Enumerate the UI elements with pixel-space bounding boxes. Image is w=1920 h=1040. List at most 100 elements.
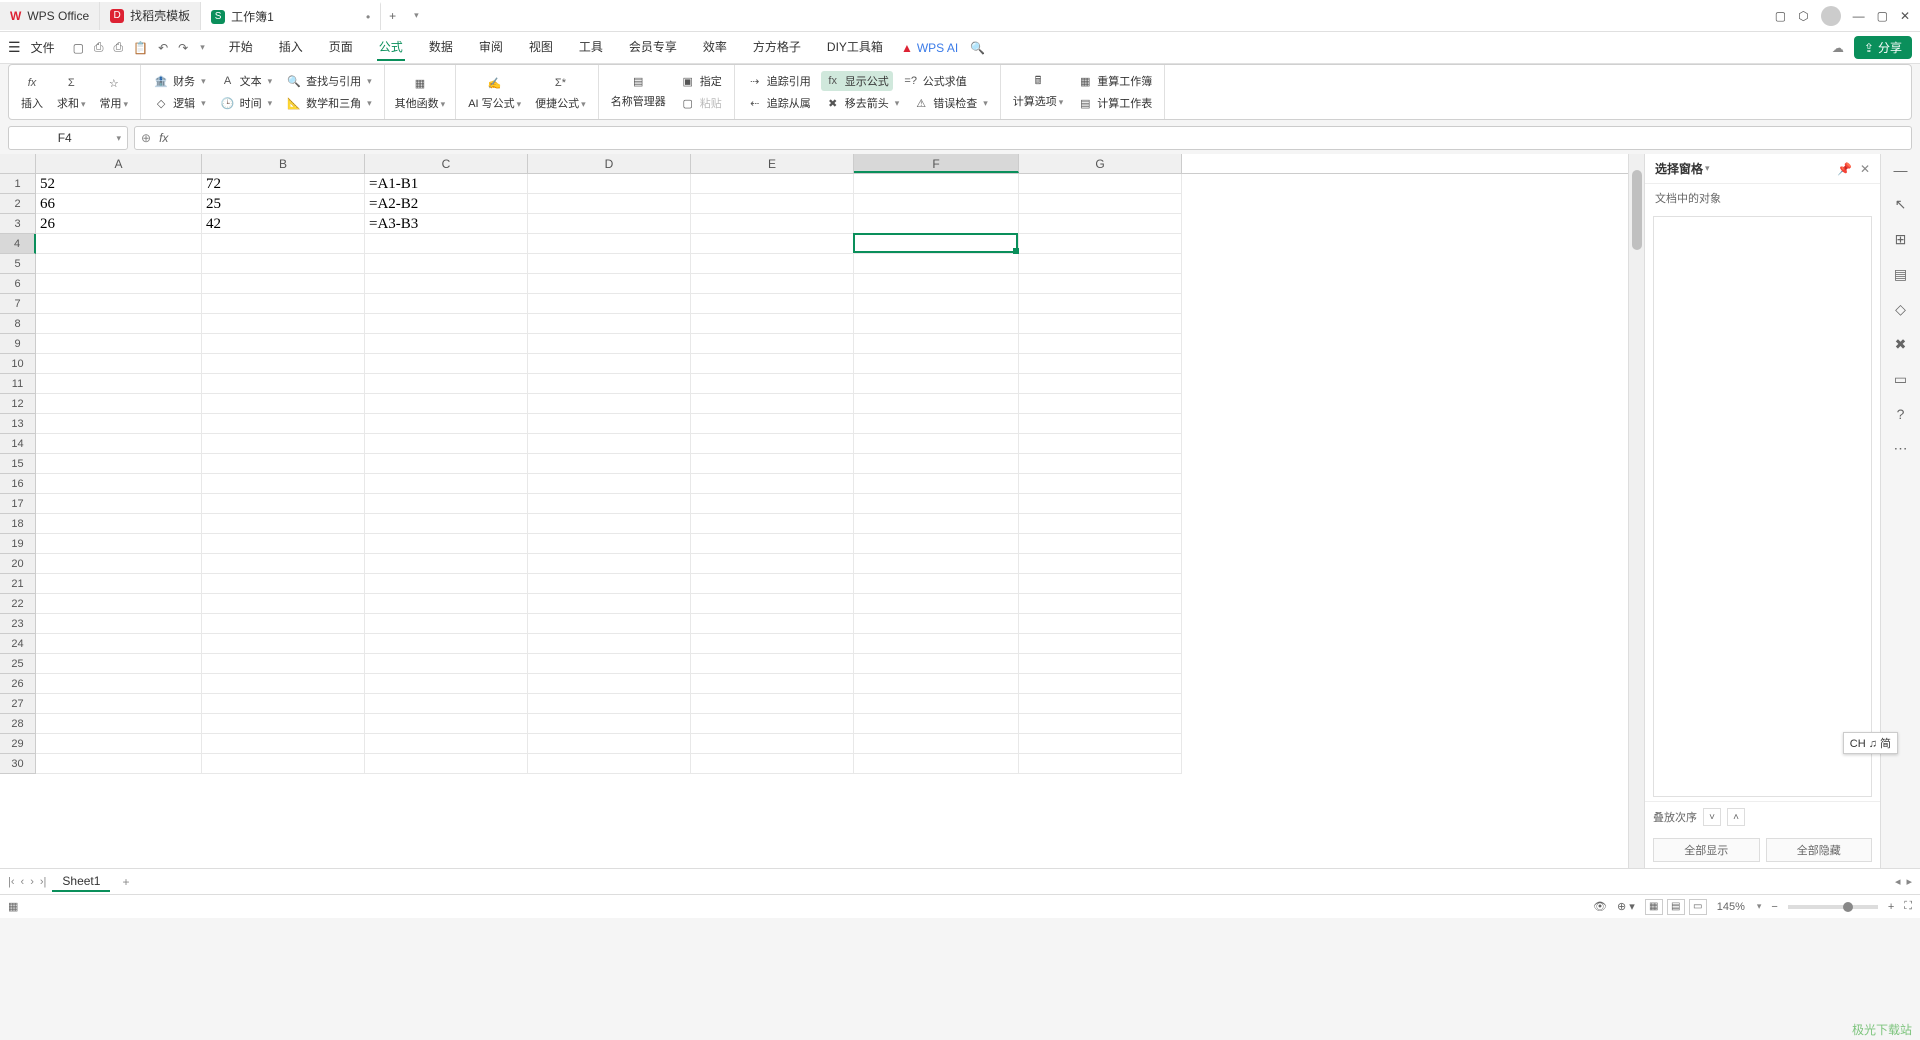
- cell[interactable]: [202, 574, 365, 594]
- cell[interactable]: [854, 514, 1019, 534]
- column-header-F[interactable]: F: [854, 154, 1019, 173]
- cell[interactable]: [365, 294, 528, 314]
- cell[interactable]: [691, 174, 854, 194]
- zoom-out-button[interactable]: −: [1771, 901, 1777, 913]
- row-header-9[interactable]: 9: [0, 334, 36, 354]
- cell[interactable]: [202, 274, 365, 294]
- file-menu[interactable]: 文件: [31, 39, 55, 56]
- cell[interactable]: [202, 374, 365, 394]
- qat-dropdown[interactable]: ▾: [200, 42, 205, 53]
- common-button[interactable]: ☆常用▾: [96, 73, 133, 111]
- cell[interactable]: [365, 534, 528, 554]
- view-normal-button[interactable]: ▦: [1645, 899, 1663, 915]
- cell[interactable]: [691, 294, 854, 314]
- cell[interactable]: 25: [202, 194, 365, 214]
- fx-icon[interactable]: fx: [159, 131, 168, 145]
- cell[interactable]: [528, 314, 691, 334]
- cell[interactable]: [1019, 474, 1182, 494]
- cell[interactable]: [1019, 294, 1182, 314]
- time-button[interactable]: 🕒时间▾: [216, 93, 277, 113]
- collapse-rail-icon[interactable]: —: [1894, 162, 1908, 178]
- calc-worksheet-button[interactable]: ▤计算工作表: [1073, 93, 1156, 113]
- row-header-21[interactable]: 21: [0, 574, 36, 594]
- cell[interactable]: [1019, 414, 1182, 434]
- cell[interactable]: [202, 494, 365, 514]
- cell[interactable]: [365, 254, 528, 274]
- cell[interactable]: =A1-B1: [365, 174, 528, 194]
- cell[interactable]: [854, 614, 1019, 634]
- row-header-27[interactable]: 27: [0, 694, 36, 714]
- cell[interactable]: [365, 574, 528, 594]
- cell[interactable]: [691, 534, 854, 554]
- cell[interactable]: [1019, 554, 1182, 574]
- tab-ffgz[interactable]: 方方格子: [751, 34, 803, 61]
- cell[interactable]: [691, 754, 854, 774]
- cell[interactable]: [365, 334, 528, 354]
- cell[interactable]: [1019, 334, 1182, 354]
- close-pane-icon[interactable]: ✕: [1860, 162, 1870, 176]
- select-all-corner[interactable]: [0, 154, 36, 173]
- cells-area[interactable]: 5272=A1-B16625=A2-B22642=A3-B3: [36, 174, 1628, 868]
- cell[interactable]: [854, 694, 1019, 714]
- row-header-19[interactable]: 19: [0, 534, 36, 554]
- cell[interactable]: [365, 694, 528, 714]
- undo-icon[interactable]: ↶: [158, 41, 168, 55]
- cell[interactable]: [202, 614, 365, 634]
- formula-cancel-icon[interactable]: ⊕: [141, 131, 151, 145]
- cell[interactable]: [854, 734, 1019, 754]
- cell[interactable]: [528, 734, 691, 754]
- cell[interactable]: [854, 314, 1019, 334]
- view-break-button[interactable]: ▭: [1689, 899, 1707, 915]
- cell[interactable]: [691, 334, 854, 354]
- tab-data[interactable]: 数据: [427, 34, 455, 61]
- cell[interactable]: [365, 394, 528, 414]
- math-button[interactable]: 📐数学和三角▾: [282, 93, 376, 113]
- cell[interactable]: [1019, 254, 1182, 274]
- cell[interactable]: [36, 294, 202, 314]
- row-header-3[interactable]: 3: [0, 214, 36, 234]
- grid[interactable]: ABCDEFG 12345678910111213141516171819202…: [0, 154, 1628, 868]
- row-header-30[interactable]: 30: [0, 754, 36, 774]
- tab-efficiency[interactable]: 效率: [701, 34, 729, 61]
- layers-icon[interactable]: ▤: [1894, 266, 1907, 283]
- tab-view[interactable]: 视图: [527, 34, 555, 61]
- row-header-15[interactable]: 15: [0, 454, 36, 474]
- cell[interactable]: [691, 514, 854, 534]
- cell[interactable]: [1019, 754, 1182, 774]
- cell[interactable]: [36, 234, 202, 254]
- cell[interactable]: 66: [36, 194, 202, 214]
- tools-icon[interactable]: ✖: [1895, 336, 1907, 353]
- cell[interactable]: [854, 374, 1019, 394]
- share-button[interactable]: ⇪分享: [1854, 36, 1912, 59]
- name-box-dropdown-icon[interactable]: ▾: [116, 133, 121, 144]
- cell[interactable]: [528, 554, 691, 574]
- cell[interactable]: [36, 494, 202, 514]
- cell[interactable]: [691, 374, 854, 394]
- cell[interactable]: [528, 394, 691, 414]
- zoom-slider-thumb[interactable]: [1843, 902, 1853, 912]
- tab-page[interactable]: 页面: [327, 34, 355, 61]
- cell[interactable]: [202, 434, 365, 454]
- cell[interactable]: [854, 594, 1019, 614]
- lookup-button[interactable]: 🔍查找与引用▾: [282, 71, 376, 91]
- cell[interactable]: [1019, 374, 1182, 394]
- cell[interactable]: [36, 694, 202, 714]
- cell[interactable]: =A2-B2: [365, 194, 528, 214]
- cell[interactable]: [36, 534, 202, 554]
- cell[interactable]: [36, 654, 202, 674]
- hscroll-right[interactable]: ▸: [1906, 875, 1912, 888]
- row-header-10[interactable]: 10: [0, 354, 36, 374]
- window-restore-icon[interactable]: ▢: [1775, 9, 1786, 23]
- cell[interactable]: [528, 234, 691, 254]
- cell[interactable]: [528, 494, 691, 514]
- cell[interactable]: [36, 434, 202, 454]
- cell[interactable]: [854, 574, 1019, 594]
- cell[interactable]: [365, 654, 528, 674]
- cell[interactable]: [854, 354, 1019, 374]
- move-up-button[interactable]: ˄: [1727, 808, 1745, 826]
- column-header-E[interactable]: E: [691, 154, 854, 173]
- cell[interactable]: [202, 314, 365, 334]
- quick-formula-button[interactable]: Σ*便捷公式▾: [531, 73, 590, 111]
- row-header-28[interactable]: 28: [0, 714, 36, 734]
- cell[interactable]: [36, 394, 202, 414]
